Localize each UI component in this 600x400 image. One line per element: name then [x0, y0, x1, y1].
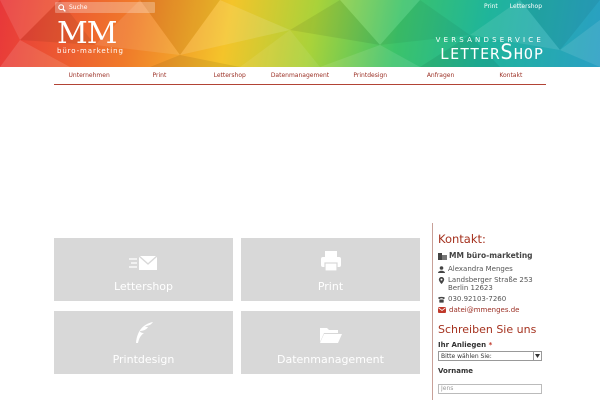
concern-label: Ihr Anliegen * [438, 341, 600, 349]
search-box[interactable] [55, 2, 155, 13]
map-marker-icon [438, 277, 445, 284]
header-banner: Print Lettershop MM büro-marketing VERSA… [0, 0, 600, 67]
concern-label-text: Ihr Anliegen [438, 341, 487, 349]
required-mark: * [488, 341, 493, 349]
company-text: MM büro-marketing [449, 251, 533, 260]
envelope-icon [128, 255, 157, 270]
logo[interactable]: MM büro-marketing [57, 16, 124, 56]
contact-sidebar: Kontakt: MM büro-marketing Alexandra Men… [432, 223, 600, 400]
printer-icon [320, 251, 341, 272]
brand-name-suffix: HOP [513, 45, 544, 63]
building-icon [438, 252, 447, 260]
logo-subtext: büro-marketing [57, 47, 124, 55]
tile-label: Datenmanagement [277, 353, 384, 366]
tile-printdesign[interactable]: Printdesign [54, 311, 233, 374]
top-link-lettershop[interactable]: Lettershop [510, 3, 542, 10]
contact-person: Alexandra Menges [438, 265, 600, 273]
nav-item-anfragen[interactable]: Anfragen [405, 72, 475, 79]
city-text: Berlin 12623 [448, 284, 493, 292]
brand-logo: VERSANDSERVICE LETTERSHOP [435, 36, 544, 63]
contact-heading: Kontakt: [438, 232, 486, 246]
company-name: MM büro-marketing [438, 251, 600, 260]
concern-select-value: Bitte wählen Sie: [441, 352, 492, 360]
tile-label: Printdesign [112, 353, 175, 366]
nav-item-datenmanagement[interactable]: Datenmanagement [265, 72, 335, 79]
tile-print[interactable]: Print [241, 238, 420, 301]
brand-name-prefix: LETTER [440, 45, 501, 63]
feather-icon [135, 322, 153, 343]
tile-lettershop[interactable]: Lettershop [54, 238, 233, 301]
nav-item-kontakt[interactable]: Kontakt [476, 72, 546, 79]
email-icon [438, 307, 446, 313]
email-link[interactable]: datei@mmenges.de [449, 306, 519, 314]
search-input[interactable] [69, 2, 149, 13]
nav-item-printdesign[interactable]: Printdesign [335, 72, 405, 79]
logo-text: MM [57, 16, 117, 51]
street-text: Landsberger Straße 253 [448, 276, 533, 284]
chevron-down-icon [535, 354, 540, 358]
main-nav: Unternehmen Print Lettershop Datenmanage… [54, 67, 546, 85]
top-links: Print Lettershop [484, 3, 542, 10]
phone-text: 030.92103-7260 [448, 295, 507, 303]
firstname-input[interactable] [438, 383, 542, 394]
nav-item-lettershop[interactable]: Lettershop [195, 72, 265, 79]
contact-address: Landsberger Straße 253 Berlin 12623 [438, 276, 600, 292]
brand-tagline: VERSANDSERVICE [435, 36, 544, 44]
phone-icon [438, 296, 445, 303]
contact-phone: 030.92103-7260 [438, 295, 600, 303]
firstname-label: Vorname [438, 367, 474, 375]
person-text: Alexandra Menges [448, 265, 513, 273]
form-heading: Schreiben Sie uns [438, 323, 537, 336]
folder-open-icon [319, 328, 342, 343]
tile-label: Lettershop [113, 280, 174, 293]
brand-name-cap: S [500, 40, 514, 64]
tile-label: Print [317, 280, 344, 293]
select-arrow [533, 352, 541, 360]
tile-datenmanagement[interactable]: Datenmanagement [241, 311, 420, 374]
user-icon [438, 266, 445, 273]
search-icon [58, 3, 66, 12]
nav-item-print[interactable]: Print [124, 72, 194, 79]
brand-name: LETTERSHOP [436, 42, 544, 63]
concern-select[interactable]: Bitte wählen Sie: [438, 351, 542, 361]
contact-email: datei@mmenges.de [438, 306, 600, 314]
top-link-print[interactable]: Print [484, 3, 498, 10]
nav-item-unternehmen[interactable]: Unternehmen [54, 72, 124, 79]
